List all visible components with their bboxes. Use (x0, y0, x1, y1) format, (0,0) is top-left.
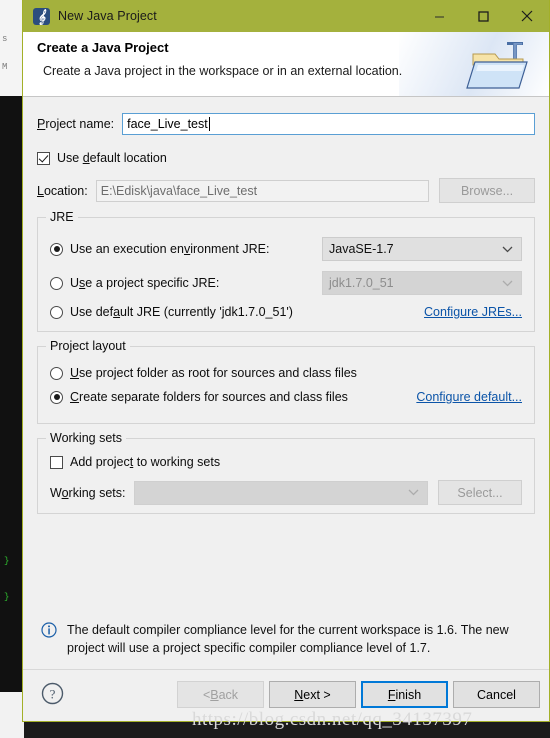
location-input[interactable]: E:\Edisk\java\face_Live_test (95, 179, 429, 202)
next-button[interactable]: Next > (269, 681, 356, 708)
layout-separate-folders-radio[interactable] (50, 390, 63, 404)
add-to-working-sets-label: Add project to working sets (70, 455, 221, 469)
location-row: Location: E:\Edisk\java\face_Live_test B… (37, 178, 535, 203)
jre-project-specific-radio[interactable] (50, 276, 63, 290)
working-sets-combo[interactable] (133, 480, 428, 505)
minimize-icon[interactable] (417, 0, 461, 32)
page-title: Create a Java Project (37, 40, 169, 55)
text-caret (208, 117, 210, 131)
finish-button[interactable]: Finish (361, 681, 448, 708)
jre-project-specific-label: Use a project specific JRE: (70, 276, 220, 290)
dialog-body: Project name: face_Live_test Use default… (23, 113, 549, 686)
new-java-project-dialog: 𝄞 New Java Project Create a Java Project… (22, 0, 550, 722)
layout-option-separate-folders-row[interactable]: Create separate folders for sources and … (50, 390, 522, 404)
use-default-location-label: Use default location (57, 151, 167, 165)
layout-option-project-folder-row[interactable]: Use project folder as root for sources a… (50, 366, 522, 380)
browse-button[interactable]: Browse... (439, 178, 535, 203)
info-message-text: The default compiler compliance level fo… (67, 623, 509, 655)
project-name-value: face_Live_test (127, 117, 208, 131)
select-working-sets-button[interactable]: Select... (438, 480, 522, 505)
add-to-working-sets-checkbox[interactable] (50, 455, 63, 469)
location-label: Location: (37, 183, 88, 198)
chevron-down-icon (502, 272, 513, 294)
dialog-title: New Java Project (58, 9, 157, 23)
close-icon[interactable] (505, 0, 549, 32)
jre-option-project-specific-row[interactable]: Use a project specific JRE: jdk1.7.0_51 (50, 271, 522, 295)
execution-environment-value: JavaSE-1.7 (329, 242, 394, 256)
working-sets-group: Working sets Add project to working sets… (37, 431, 535, 514)
java-folder-wizard-icon (463, 38, 537, 96)
project-layout-group: Project layout Use project folder as roo… (37, 339, 535, 424)
backdrop-text-2: M (2, 62, 8, 72)
add-to-working-sets-row[interactable]: Add project to working sets (50, 455, 522, 469)
layout-project-folder-radio[interactable] (50, 366, 63, 380)
chevron-down-icon (408, 482, 419, 504)
jre-execution-environment-radio[interactable] (50, 242, 63, 256)
wizard-header: Create a Java Project Create a Java proj… (23, 32, 549, 97)
svg-text:?: ? (50, 687, 56, 702)
configure-default-link[interactable]: Configure default... (416, 390, 522, 404)
backdrop-text-3: } (4, 556, 10, 566)
cancel-button[interactable]: Cancel (453, 681, 540, 708)
jre-group-legend: JRE (46, 210, 78, 224)
help-icon[interactable]: ? (41, 682, 64, 705)
jre-group: JRE Use an execution environment JRE: Ja… (37, 210, 535, 332)
use-default-location-checkbox[interactable] (37, 151, 50, 165)
project-name-label: Project name: (37, 117, 115, 131)
jre-option-execution-environment-row[interactable]: Use an execution environment JRE: JavaSE… (50, 237, 522, 261)
dialog-button-bar: ? < Back Next > Finish Cancel (23, 670, 549, 721)
configure-jres-link[interactable]: Configure JREs... (424, 305, 522, 319)
working-sets-label: Working sets: (50, 485, 126, 500)
project-specific-jre-combo[interactable]: jdk1.7.0_51 (322, 271, 522, 295)
working-sets-group-legend: Working sets (46, 431, 127, 445)
backdrop-text-4: } (4, 592, 10, 602)
info-icon (41, 622, 57, 657)
backdrop-text-1: s (2, 34, 8, 44)
project-name-row: Project name: face_Live_test (37, 113, 535, 135)
dialog-titlebar[interactable]: 𝄞 New Java Project (23, 0, 549, 32)
jre-default-label: Use default JRE (currently 'jdk1.7.0_51'… (70, 305, 293, 319)
layout-project-folder-label: Use project folder as root for sources a… (70, 366, 357, 380)
jre-execution-environment-label: Use an execution environment JRE: (70, 242, 270, 256)
backdrop-panel-bottom (0, 692, 24, 738)
info-message: The default compiler compliance level fo… (41, 621, 533, 657)
project-layout-group-legend: Project layout (46, 339, 130, 353)
back-button[interactable]: < Back (177, 681, 264, 708)
project-name-input[interactable]: face_Live_test (122, 113, 535, 135)
page-description: Create a Java project in the workspace o… (43, 64, 403, 78)
chevron-down-icon (502, 238, 513, 260)
jre-option-default-row[interactable]: Use default JRE (currently 'jdk1.7.0_51'… (50, 305, 522, 319)
maximize-icon[interactable] (461, 0, 505, 32)
java-project-icon: 𝄞 (33, 7, 50, 25)
project-specific-jre-value: jdk1.7.0_51 (329, 276, 394, 290)
location-value: E:\Edisk\java\face_Live_test (100, 183, 258, 198)
layout-separate-folders-label: Create separate folders for sources and … (70, 390, 348, 404)
jre-default-radio[interactable] (50, 305, 63, 319)
use-default-location-row[interactable]: Use default location (37, 151, 535, 165)
execution-environment-combo[interactable]: JavaSE-1.7 (322, 237, 522, 261)
working-sets-row: Working sets: Select... (50, 480, 522, 505)
